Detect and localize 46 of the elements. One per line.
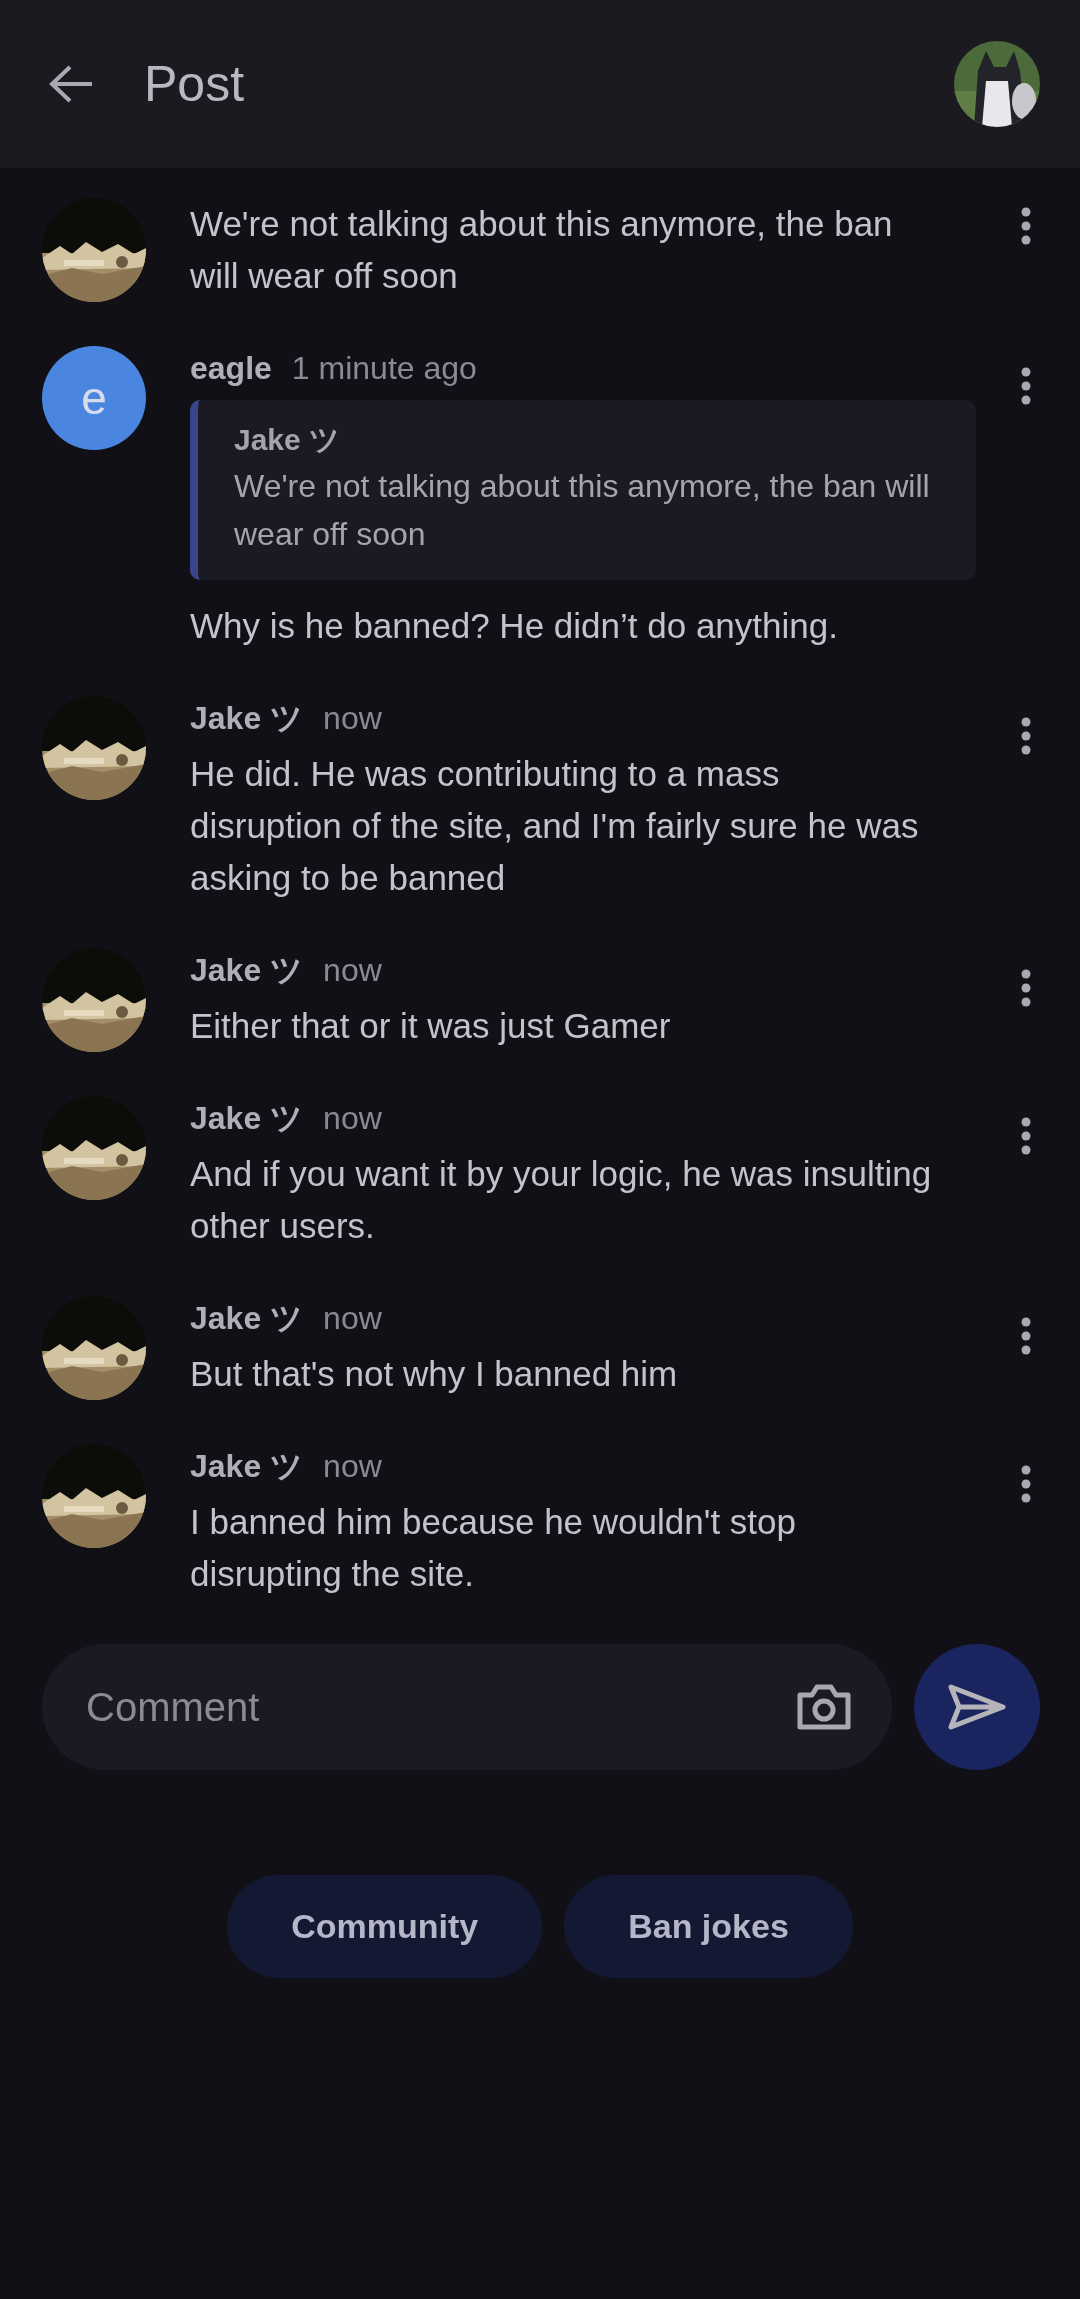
more-vert-icon [1020, 968, 1032, 1008]
camera-button[interactable] [796, 1683, 852, 1731]
page-title: Post [144, 54, 245, 114]
timestamp: now [323, 1099, 382, 1138]
comment-input[interactable]: Comment [84, 1676, 796, 1738]
more-options-button[interactable] [1020, 1116, 1032, 1156]
more-options-button[interactable] [1020, 1316, 1032, 1356]
comment-text: We're not talking about this anymore, the ban will wear off soon [190, 203, 894, 297]
more-vert-icon [1020, 1316, 1032, 1356]
more-options-button[interactable] [1020, 1464, 1032, 1504]
author-name: eagle [190, 349, 272, 388]
timestamp: 1 minute ago [291, 349, 477, 388]
author-name: Jake ツ [190, 1099, 304, 1138]
comment-text: Why is he banned? He didn’t do anything. [190, 605, 839, 647]
author-name: Jake ツ [190, 1447, 304, 1486]
tag-chip[interactable]: Community [227, 1875, 543, 1978]
more-options-button[interactable] [1020, 206, 1032, 246]
more-vert-icon [1020, 1116, 1032, 1156]
more-options-button[interactable] [1020, 366, 1032, 406]
timestamp: now [323, 699, 382, 738]
comment-text: He did. He was contributing to a mass disruption of the site, and I'm fairly sure he was asking to be banned [190, 753, 920, 899]
more-vert-icon [1020, 1464, 1032, 1504]
more-options-button[interactable] [1020, 968, 1032, 1008]
author-name: Jake ツ [190, 1299, 304, 1338]
comment-text: And if you want it by your logic, he was insulting other users. [190, 1153, 933, 1247]
author-name: Jake ツ [190, 699, 304, 738]
back-arrow-icon [48, 64, 94, 104]
back-button[interactable] [48, 64, 94, 104]
author-name: Jake ツ [190, 951, 304, 990]
comment-text: But that's not why I banned him [190, 1353, 679, 1395]
more-vert-icon [1020, 716, 1032, 756]
timestamp: now [323, 951, 382, 990]
comment-field[interactable]: Comment [42, 1644, 892, 1770]
comment-text: Either that or it was just Gamer [190, 1005, 672, 1047]
more-vert-icon [1020, 206, 1032, 246]
quoted-author: Jake ツ [234, 422, 342, 458]
quoted-text: We're not talking about this anymore, the ban will wear off soon [234, 467, 931, 554]
more-options-button[interactable] [1020, 716, 1032, 756]
tag-chip[interactable]: Ban jokes [564, 1875, 853, 1978]
avatar: e [42, 346, 146, 450]
timestamp: now [323, 1447, 382, 1486]
more-vert-icon [1020, 366, 1032, 406]
timestamp: now [323, 1299, 382, 1338]
comment-text: I banned him because he wouldn't stop disrupting the site. [190, 1501, 797, 1595]
send-icon [948, 1684, 1006, 1730]
camera-icon [796, 1683, 852, 1731]
